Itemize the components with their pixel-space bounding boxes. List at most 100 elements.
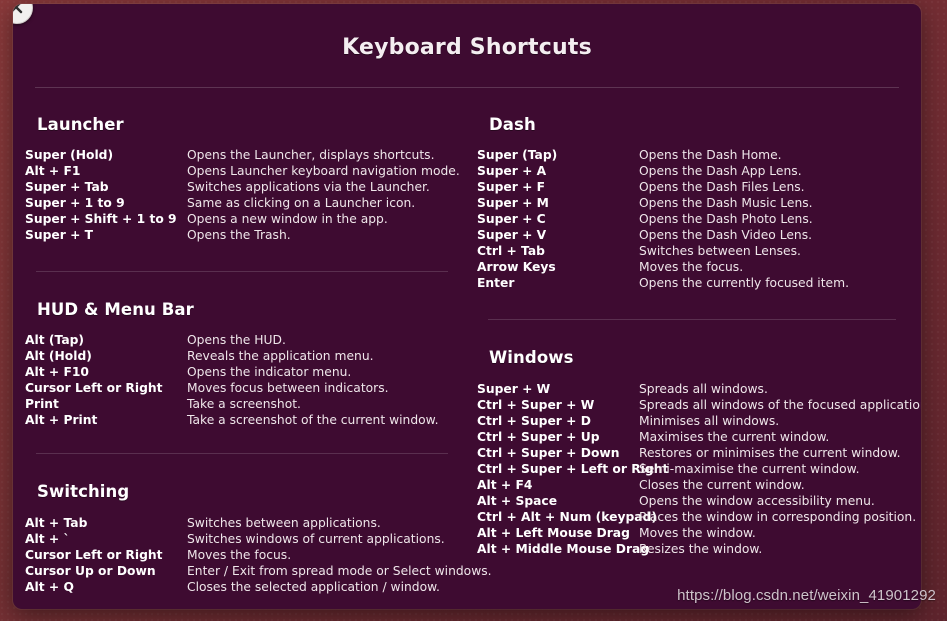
table-row: Super + 1 to 9 Same as clicking on a Lau… — [25, 195, 459, 211]
shortcut-desc: Switches between Lenses. — [639, 244, 801, 258]
shortcut-key: Alt (Tap) — [25, 333, 85, 347]
shortcut-desc: Opens the Dash Files Lens. — [639, 180, 805, 194]
shortcut-desc: Opens the Dash Music Lens. — [639, 196, 813, 210]
shortcut-key: Ctrl + Super + D — [477, 414, 591, 428]
shortcut-desc: Opens the Dash App Lens. — [639, 164, 802, 178]
shortcut-key: Alt + ` — [25, 532, 70, 546]
shortcut-key: Super + W — [477, 382, 551, 396]
table-row: Cursor Up or Down Enter / Exit from spre… — [25, 563, 492, 579]
shortcut-desc: Semi-maximise the current window. — [639, 462, 860, 476]
shortcut-desc: Switches windows of current applications… — [187, 532, 445, 546]
shortcut-key: Super (Tap) — [477, 148, 558, 162]
shortcut-key: Super + Shift + 1 to 9 — [25, 212, 177, 226]
shortcut-desc: Opens the HUD. — [187, 333, 286, 347]
section-divider — [488, 319, 896, 320]
table-row: Super + M Opens the Dash Music Lens. — [477, 195, 907, 211]
shortcut-desc: Moves the focus. — [639, 260, 744, 274]
shortcut-desc: Enter / Exit from spread mode or Select … — [187, 564, 492, 578]
shortcut-desc: Spreads all windows. — [639, 382, 768, 396]
table-row: Ctrl + Super + Down Restores or minimise… — [477, 445, 907, 461]
shortcut-key: Super + A — [477, 164, 547, 178]
table-row: Super + F Opens the Dash Files Lens. — [477, 179, 907, 195]
section-title-hud-menu-bar: HUD & Menu Bar — [37, 300, 194, 319]
table-row: Alt + Q Closes the selected application … — [25, 579, 459, 595]
shortcut-desc: Closes the selected application / window… — [187, 580, 440, 594]
shortcut-key: Super + F — [477, 180, 546, 194]
shortcut-key: Super + T — [25, 228, 94, 242]
shortcut-desc: Moves the window. — [639, 526, 756, 540]
keyboard-shortcuts-overlay: Keyboard Shortcuts Launcher Super (Hold)… — [13, 4, 921, 609]
shortcut-desc: Opens the window accessibility menu. — [639, 494, 875, 508]
section-switching: Switching Alt + Tab Switches between app… — [25, 453, 492, 595]
shortcut-key: Super + 1 to 9 — [25, 196, 125, 210]
shortcut-table-windows: Super + W Spreads all windows. Ctrl + Su… — [477, 381, 921, 557]
shortcut-desc: Opens the currently focused item. — [639, 276, 849, 290]
shortcut-key: Ctrl + Super + Up — [477, 430, 600, 444]
table-row: Arrow Keys Moves the focus. — [477, 259, 907, 275]
shortcut-desc: Opens the indicator menu. — [187, 365, 352, 379]
shortcut-key: Print — [25, 397, 59, 411]
shortcut-desc: Restores or minimises the current window… — [639, 446, 901, 460]
shortcut-key: Alt + F10 — [25, 365, 89, 379]
shortcut-key: Super + Tab — [25, 180, 109, 194]
table-row: Super + Tab Switches applications via th… — [25, 179, 459, 195]
shortcut-key: Super + M — [477, 196, 549, 210]
table-row: Super + V Opens the Dash Video Lens. — [477, 227, 907, 243]
table-row: Super (Tap) Opens the Dash Home. — [477, 147, 907, 163]
shortcut-key: Ctrl + Super + Down — [477, 446, 620, 460]
right-column: Dash Super (Tap) Opens the Dash Home. Su… — [467, 88, 921, 595]
table-row: Cursor Left or Right Moves focus between… — [25, 380, 459, 396]
table-row: Alt + Left Mouse Drag Moves the window. — [477, 525, 907, 541]
shortcut-key: Enter — [477, 276, 515, 290]
table-row: Alt + Tab Switches between applications. — [25, 515, 459, 531]
table-row: Ctrl + Super + Left or Right Semi-maximi… — [477, 461, 907, 477]
table-row: Ctrl + Super + Up Maximises the current … — [477, 429, 907, 445]
shortcut-table-dash: Super (Tap) Opens the Dash Home. Super +… — [477, 147, 907, 291]
shortcuts-columns: Launcher Super (Hold) Opens the Launcher… — [13, 88, 921, 595]
table-row: Alt + Print Take a screenshot of the cur… — [25, 412, 459, 428]
table-row: Enter Opens the currently focused item. — [477, 275, 907, 291]
watermark: https://blog.csdn.net/weixin_41901292 — [677, 587, 936, 604]
shortcut-key: Alt + Q — [25, 580, 74, 594]
shortcut-key: Ctrl + Tab — [477, 244, 545, 258]
table-row: Ctrl + Tab Switches between Lenses. — [477, 243, 907, 259]
table-row: Alt + F4 Closes the current window. — [477, 477, 907, 493]
shortcut-key: Alt + Space — [477, 494, 558, 508]
shortcut-desc: Resizes the window. — [639, 542, 763, 556]
shortcut-desc: Switches applications via the Launcher. — [187, 180, 430, 194]
table-row: Alt + Middle Mouse Drag Resizes the wind… — [477, 541, 907, 557]
shortcut-key: Alt + Middle Mouse Drag — [477, 542, 650, 556]
table-row: Print Take a screenshot. — [25, 396, 459, 412]
shortcut-table-launcher: Super (Hold) Opens the Launcher, display… — [25, 147, 460, 243]
table-row: Ctrl + Alt + Num (keypad) Places the win… — [477, 509, 917, 525]
table-row: Alt + F10 Opens the indicator menu. — [25, 364, 459, 380]
shortcut-desc: Same as clicking on a Launcher icon. — [187, 196, 416, 210]
shortcut-desc: Moves focus between indicators. — [187, 381, 389, 395]
shortcut-desc: Places the window in corresponding posit… — [639, 510, 917, 524]
section-windows: Windows Super + W Spreads all windows. C… — [477, 319, 921, 557]
table-row: Super + A Opens the Dash App Lens. — [477, 163, 907, 179]
section-title-switching: Switching — [37, 482, 130, 501]
shortcut-desc: Opens the Dash Video Lens. — [639, 228, 813, 242]
shortcut-key: Alt + Print — [25, 413, 98, 427]
section-title-dash: Dash — [489, 115, 536, 134]
shortcut-desc: Take a screenshot. — [187, 397, 301, 411]
table-row: Alt + F1 Opens Launcher keyboard navigat… — [25, 163, 460, 179]
shortcut-key: Alt + Tab — [25, 516, 88, 530]
section-hud-menu-bar: HUD & Menu Bar Alt (Tap) Opens the HUD. … — [25, 271, 459, 428]
shortcut-desc: Moves the focus. — [187, 548, 292, 562]
shortcut-table-hud-menu-bar: Alt (Tap) Opens the HUD. Alt (Hold) Reve… — [25, 332, 459, 428]
shortcut-desc: Reveals the application menu. — [187, 349, 374, 363]
shortcut-key: Super + V — [477, 228, 547, 242]
table-row: Super + C Opens the Dash Photo Lens. — [477, 211, 907, 227]
shortcut-key: Alt (Hold) — [25, 349, 92, 363]
shortcut-key: Alt + Left Mouse Drag — [477, 526, 630, 540]
table-row: Alt + Space Opens the window accessibili… — [477, 493, 907, 509]
table-row: Alt (Tap) Opens the HUD. — [25, 332, 459, 348]
section-title-windows: Windows — [489, 348, 574, 367]
shortcut-desc: Switches between applications. — [187, 516, 381, 530]
table-row: Super + W Spreads all windows. — [477, 381, 907, 397]
table-row: Super + Shift + 1 to 9 Opens a new windo… — [25, 211, 459, 227]
table-row: Cursor Left or Right Moves the focus. — [25, 547, 459, 563]
shortcut-key: Ctrl + Alt + Num (keypad) — [477, 510, 658, 524]
